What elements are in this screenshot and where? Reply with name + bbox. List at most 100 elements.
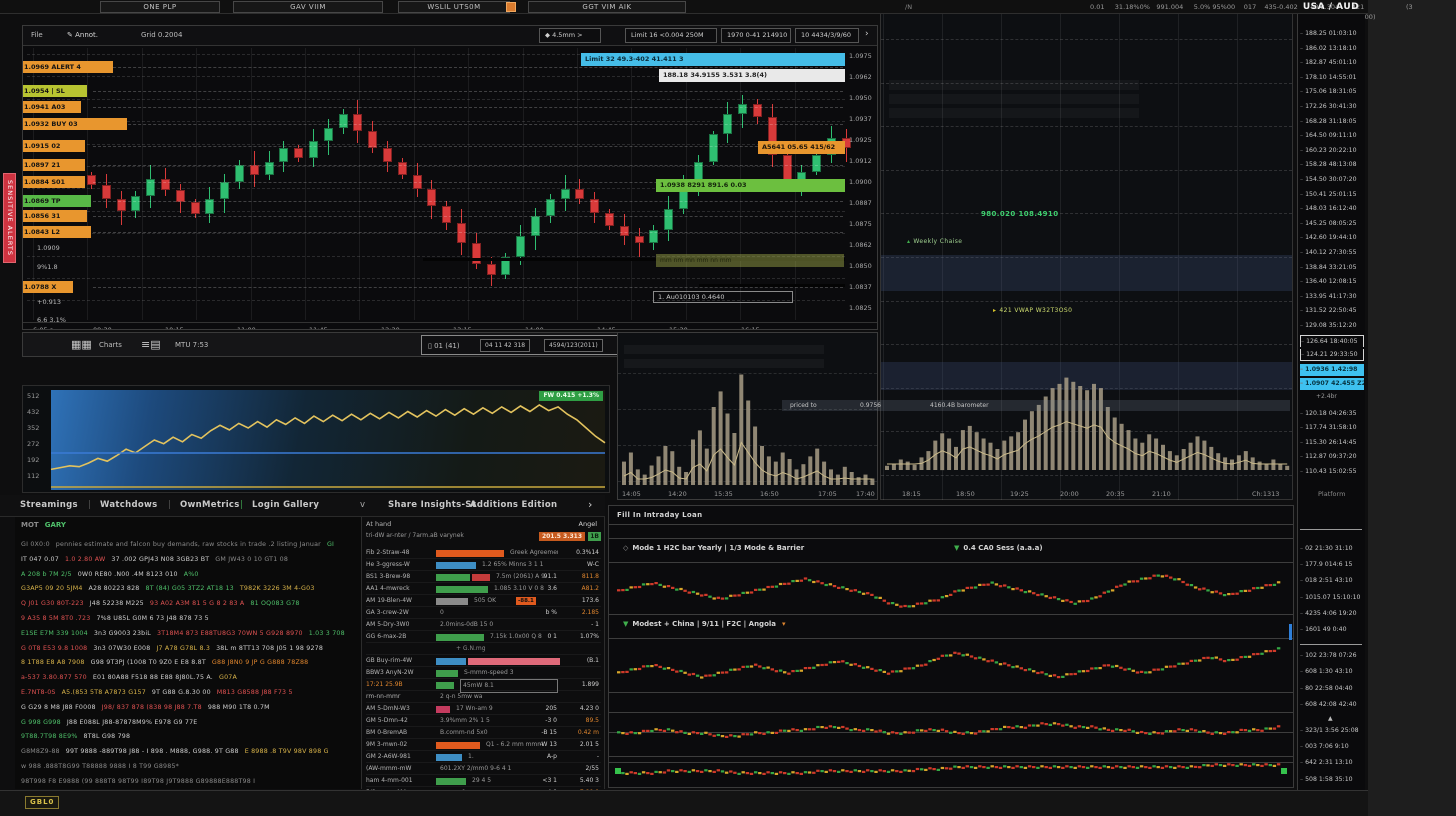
ladder-row[interactable]: –188.25 01:03:10 [1300,28,1364,40]
secondary-chart-panel[interactable]: 980.020 108.4910▴Weekly Chaise▸421 VWAP … [880,14,1293,500]
price-alert-tag-11[interactable]: 1.0788 X [22,281,73,293]
ladder-row[interactable]: –178.10 14:55:01 [1300,72,1364,84]
news-row[interactable]: Q J01 G30 80T-223J48 52238 M22593 A02 A3… [21,596,359,611]
ladder-row[interactable]: –172.26 30:41:30 [1300,101,1364,113]
news-row[interactable]: 9T88.7T98 8E9%8T8L G98 798 [21,729,359,744]
ladder-row[interactable]: –608 42:08 42:40 [1300,699,1364,711]
chart-gear-button[interactable]: ◆ 4.5mm > [539,28,601,43]
top-tab-2[interactable]: GAV VIIM [233,1,383,13]
gauge-row[interactable]: GB Buy-rim-4W(B.1 [366,655,601,667]
gauge-row[interactable]: AA1 4-mwreck1.085 3.10 V 0 83.6A81.2 [366,583,601,595]
ladder-row[interactable]: –148.03 16:12:40 [1300,203,1364,215]
toolbar-mini-button-2[interactable]: 4594/123(2011) [544,339,603,352]
news-row[interactable]: G 998 G998J88 E088L J88-87878M9% E978 G9… [21,715,359,730]
top-chip-4[interactable]: 5.0% 95%00 [1194,2,1235,12]
gauge-row[interactable]: Fib 2-Straw-48Greek Agreement 190.3%14 [366,547,601,559]
tab-share-insights[interactable]: Share Insights-St [388,500,476,510]
price-alert-tag-10[interactable]: 1.0843 L2 [22,226,91,238]
top-tab-4[interactable]: GGT VIM AIK [528,1,686,13]
ladder-row[interactable]: –131.52 22:50:45 [1300,305,1364,317]
news-row[interactable]: G8M8Z9-8899T 9888 -889T98 J88 - I 898 . … [21,744,359,759]
gauge-row[interactable]: BM 0-BremABB.comm-nd 5x0-B 150.42 m [366,727,601,739]
tab-streamings[interactable]: Streamings [20,500,78,510]
top-chip-2[interactable]: 31.18%0% [1115,2,1150,12]
ladder-row[interactable]: –1015.07 15:10:10 [1300,592,1364,604]
news-row[interactable]: A 208 b 7M 2/50W0 RE80 .N00 .4M 8123 010… [21,567,359,582]
news-row[interactable]: 98T998 F8 E9888 (99 888T8 98T99 I89T98 J… [21,774,359,789]
news-row[interactable]: G3AP5 09 20 5JM4A28 80223 8288T (84) G05… [21,581,359,596]
gauge-row[interactable]: BBW3 AnyN-2WS-mmm-speed 3 [366,667,601,679]
gauge-row[interactable]: GM 2-A6W-9811.A-p- [366,751,601,763]
gauge-row[interactable]: (AW-mmm-mW601.2XY 2/mm0 9-6 4 12/55 [366,763,601,775]
file-menu[interactable]: File [31,31,43,39]
ladder-row[interactable]: –508 1:58 35:10 [1300,774,1364,786]
ladder-row[interactable]: –110.43 15:02:55 [1300,466,1364,478]
tab-ownmetrics[interactable]: OwnMetrics [180,500,240,510]
ladder-row[interactable]: –642 2:31 13:10 [1300,757,1364,769]
dropdown-chevron-icon[interactable]: v [360,500,365,510]
gauge-row[interactable]: AM 5-DmN-W317 Wn-am 92054.23 0 [366,703,601,715]
spark-scrollbar-thumb[interactable] [1289,624,1292,640]
gauge-row[interactable]: AM 19-Blen-4W505 OK-88.1173.6 [366,595,601,607]
ladder-row[interactable]: –003 7:06 9:10 [1300,741,1364,753]
price-alert-tag-4[interactable]: 1.0932 BUY 03 [22,118,127,130]
news-row[interactable]: E1SE E7M 339 10043n3 G9003 23biL3T18M4 8… [21,626,359,641]
ladder-row[interactable]: –136.40 12:08:15 [1300,276,1364,288]
news-row[interactable]: w 988 .888T8G99 T88888 9888 I 8 T99 G898… [21,759,359,774]
ladder-row[interactable]: –608 1:30 43:10 [1300,666,1364,678]
news-row[interactable]: G G29 8 M8 J88 F0008J98/ 837 878 (838 98… [21,700,359,715]
volume-histogram-panel[interactable] [617,332,878,500]
news-row[interactable]: 9 A35 8 5M 8T0 .7237%8 U85L G0M 6 73 J48… [21,611,359,626]
ladder-row[interactable]: –140.12 27:30:55 [1300,247,1364,259]
ladder-row[interactable]: –1601 49 0:40 [1300,624,1364,636]
status-chip[interactable]: GBL0 [25,796,59,809]
annotate-icon[interactable]: ✎ Annot. [67,31,98,39]
gauge-row[interactable]: ham 4-mm-00129 4 5<3 15.40 3 [366,775,601,787]
grid-view-icon[interactable]: ▦▦ [71,337,92,353]
ladder-row[interactable]: –102 23:78 07:26 [1300,650,1364,662]
gauge-row[interactable]: GG 6-max-2B7.15k 1.0x00 Q 80 11.07% [366,631,601,643]
ladder-row[interactable]: –124.21 29:33:50 [1300,349,1364,361]
ladder-row[interactable]: –154.50 30:07:20 [1300,174,1364,186]
tab-additions-edition[interactable]: Additions Edition [470,500,557,510]
doc-icon[interactable]: ▯ 01 (41) [428,342,460,350]
order-tag-2[interactable]: 188.18 34.9155 3.531 3.8(4) [659,69,845,82]
news-row[interactable]: E.7NT8-0SA5.(853 5T8 A7873 G1579T G88 G.… [21,685,359,700]
price-alert-tag-9[interactable]: 1.0856 31 [22,210,87,222]
range-button[interactable]: 10 4434/3/9/60 [795,28,859,43]
ladder-row[interactable]: –168.28 31:18:05 [1300,116,1364,128]
gauge-row[interactable]: rm-nn-mmr2 q-n 5mw wa [366,691,601,703]
gauge-row[interactable]: GA 3-crew-2W0b %2.185 [366,607,601,619]
ladder-row[interactable]: –177.9 014:6 15 [1300,559,1364,571]
news-row[interactable]: G 0T8 E53 9.8 10083n3 07W30 E008J7 A78 G… [21,641,359,656]
order-tag-3[interactable]: A5641 05.65 415/62 [758,141,845,154]
top-tab-3[interactable]: WSLIL UTS0M [398,1,510,13]
gauge-row[interactable]: 9M 3-mwn-02Q1 - 6.2 mm mmm-W 132.01 5 [366,739,601,751]
top-chip-5[interactable]: 017 [1244,2,1256,12]
ladder-row[interactable]: –175.06 18:31:05 [1300,86,1364,98]
ladder-row[interactable]: –323/1 3:56 25:08 [1300,725,1364,737]
ladder-row[interactable]: –120.18 04:26:35 [1300,408,1364,420]
ladder-row[interactable]: –1.0907 42.455 Z2a [1300,378,1364,390]
news-header-right[interactable]: GARY [45,521,66,529]
list-view-icon[interactable]: ≡▤ [141,337,161,353]
tabrow-chevron-icon[interactable]: › [588,498,592,511]
tab-watchdows[interactable]: Watchdows [100,500,158,510]
top-chip-9[interactable]: (3 [1406,2,1413,12]
gauge-row[interactable]: He 3-ggress-W1.2 65% Minns 3 1 1W-C [366,559,601,571]
top-chip-1[interactable]: 0.01 [1090,2,1104,12]
gauge-row[interactable]: + G.N.mg [366,643,601,655]
news-row[interactable]: GI 0X0:0pennies estimate and falcon buy … [21,537,359,552]
gauge-row[interactable]: GM 5-Dmn-423.9%mm 2% 1 5-3 089.5 [366,715,601,727]
ladder-row[interactable]: –182.87 45:01:10 [1300,57,1364,69]
alert-ribbon[interactable]: SENSITIVE ALERTS [3,173,16,263]
top-chip-6[interactable]: 435-0.402 [1264,2,1297,12]
ladder-row[interactable]: –115.30 26:14:45 [1300,437,1364,449]
ladder-row[interactable]: –133.95 41:17:30 [1300,291,1364,303]
price-alert-tag-2[interactable]: 1.0954 | SL [22,85,87,97]
charts-label[interactable]: Charts [99,341,122,349]
ladder-row[interactable]: –02 21:30 31:10 [1300,543,1364,555]
price-alert-tag-1[interactable]: 1.0969 ALERT 4 [22,61,113,73]
price-alert-tag-7[interactable]: 1.0884 S01 [22,176,85,188]
ladder-row[interactable]: –117.74 31:58:10 [1300,422,1364,434]
